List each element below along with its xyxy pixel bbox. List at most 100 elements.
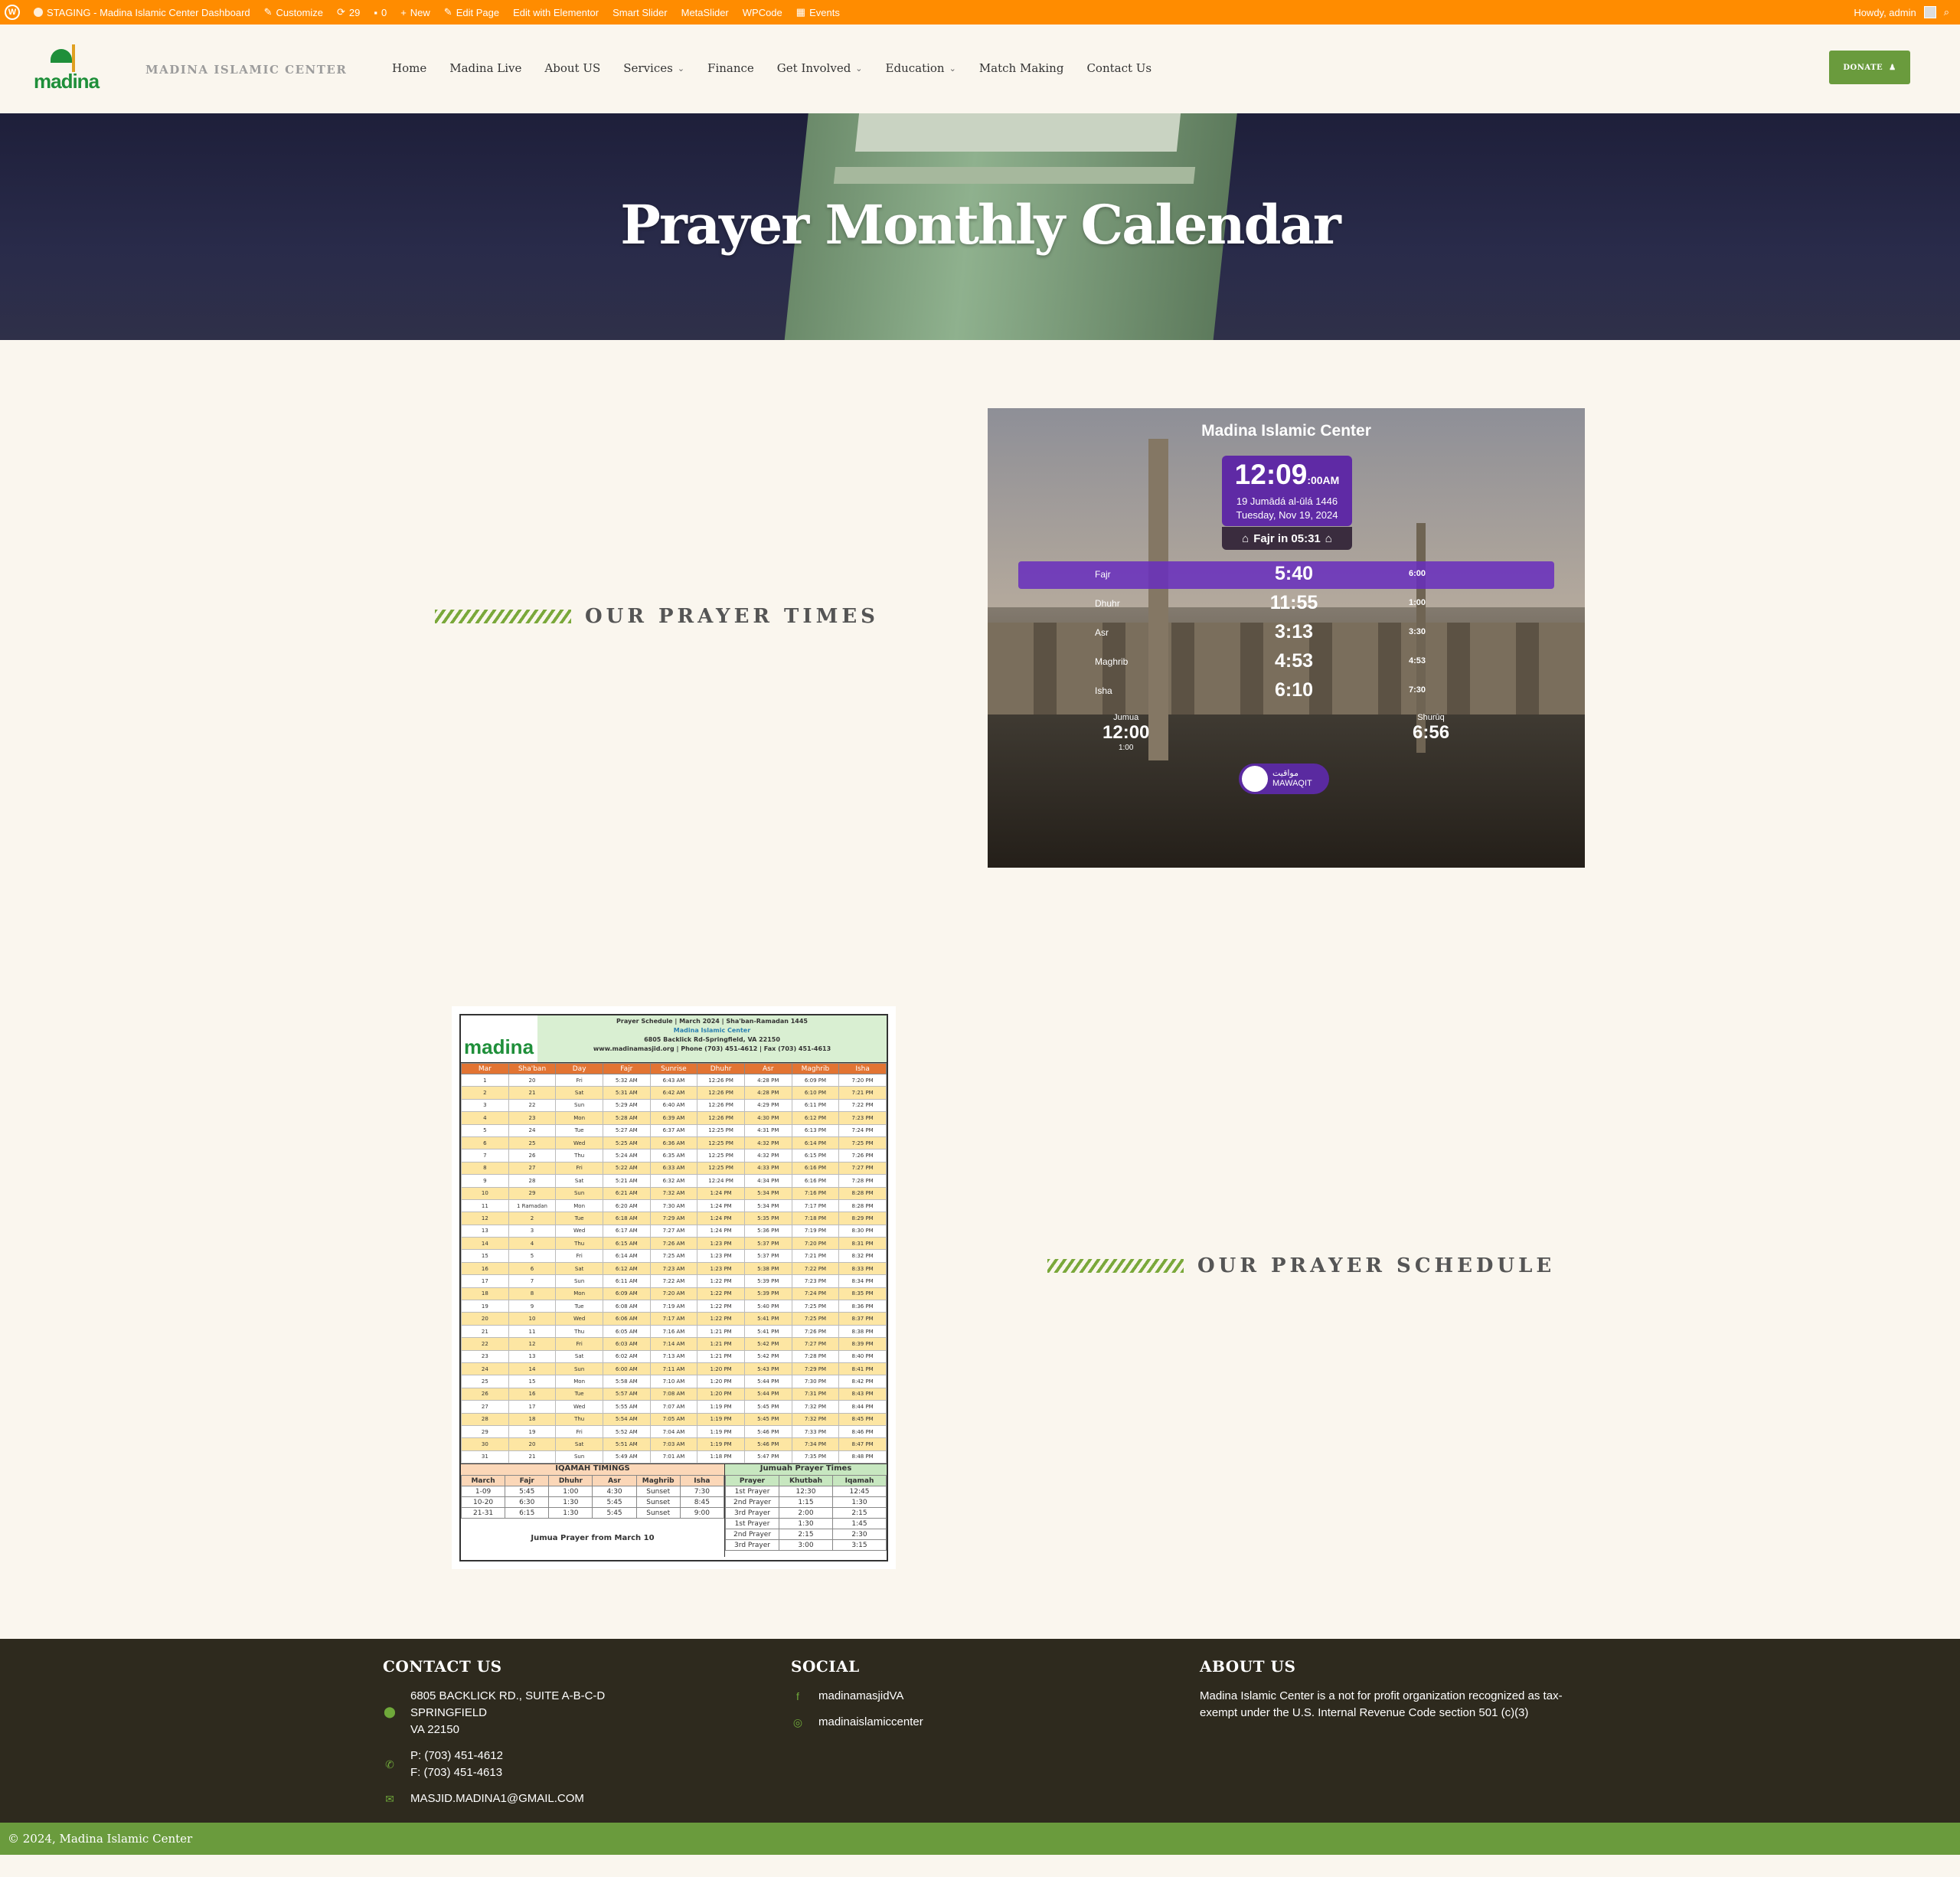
nav-contact-us[interactable]: Contact Us — [1086, 61, 1152, 75]
table-cell: 4:30 — [592, 1486, 637, 1498]
mawaqit-logo-icon — [1242, 766, 1268, 792]
table-cell: 4:34 PM — [743, 1174, 792, 1188]
minaret-top — [854, 113, 1182, 152]
table-cell: 8:38 PM — [838, 1324, 887, 1339]
table-cell: 5:44 PM — [743, 1375, 792, 1388]
email-link[interactable]: MASJID.MADINA1@GMAIL.COM — [410, 1790, 584, 1807]
table-cell: 7:25 AM — [649, 1249, 698, 1263]
search-icon[interactable]: ⌕ — [1944, 6, 1949, 18]
table-cell: 6:12 PM — [791, 1111, 840, 1125]
schedule-center: Madina Islamic Center — [673, 1027, 751, 1034]
admin-new-link[interactable]: + New — [400, 7, 430, 18]
iqamah-timings: IQAMAH TIMINGS March Fajr Dhuhr Asr Maghrib I… — [460, 1464, 725, 1558]
nav-madina-live[interactable]: Madina Live — [449, 61, 521, 75]
pencil-icon: ✎ — [443, 6, 452, 18]
table-cell: 7:24 PM — [791, 1287, 840, 1301]
admin-elementor-link[interactable]: Edit with Elementor — [513, 7, 599, 18]
admin-customize-link[interactable]: ✎ Customize — [264, 6, 323, 18]
instagram-link[interactable]: ◎ madinaislamiccenter — [791, 1714, 923, 1731]
donate-button[interactable]: DONATE ♟ — [1829, 51, 1910, 84]
table-cell: 5:45 — [592, 1496, 637, 1509]
facebook-link[interactable]: f madinamasjidVA — [791, 1688, 923, 1705]
table-row: 27 17 Wed 5:55 AM 7:07 AM 1:19 PM 5:45 PM 7:32 … — [461, 1400, 887, 1414]
admin-wpcode-link[interactable]: WPCode — [743, 7, 782, 18]
admin-updates-link[interactable]: ⟳ 29 — [337, 6, 360, 18]
brush-icon: ✎ — [263, 6, 273, 18]
nav-education[interactable]: Education ⌄ — [886, 61, 956, 75]
admin-metaslider-link[interactable]: MetaSlider — [681, 7, 729, 18]
table-cell: 1:22 PM — [697, 1287, 745, 1301]
table-row: 15 5 Fri 6:14 AM 7:25 AM 1:23 PM 5:37 PM 7:21 P… — [461, 1249, 887, 1263]
admin-comments-link[interactable]: ▪ 0 — [374, 7, 387, 18]
schedule-logo: madina — [461, 1015, 537, 1062]
mawaqit-prayer-widget[interactable]: Madina Islamic Center 12:09:00AM 19 Jumā… — [988, 408, 1585, 868]
table-cell: Fri — [555, 1337, 603, 1351]
table-cell: 7:30 PM — [791, 1375, 840, 1388]
schedule-table-header: Mar Sha'ban Day Fajr Sunrise Dhuhr Asr Maghrib I… — [461, 1063, 887, 1074]
howdy-label[interactable]: Howdy, admin — [1854, 7, 1916, 18]
table-cell: 8:30 PM — [838, 1224, 887, 1238]
table-cell: 27 — [508, 1161, 557, 1176]
table-cell: 7:27 PM — [838, 1161, 887, 1176]
table-cell: 2nd Prayer — [725, 1496, 779, 1509]
table-cell: 10 — [508, 1312, 557, 1326]
site-name[interactable]: MADINA ISLAMIC CENTER — [145, 63, 347, 77]
table-cell: 26 — [508, 1149, 557, 1162]
nav-home[interactable]: Home — [392, 61, 426, 75]
table-row: 11 1 Ramadan Mon 6:20 AM 7:30 AM 1:24 PM 5:34 … — [461, 1198, 887, 1213]
schedule-column-header: Asr — [743, 1063, 792, 1074]
stripe-decoration — [435, 610, 571, 623]
admin-smart-slider-link[interactable]: Smart Slider — [612, 7, 668, 18]
schedule-contact: www.madinamasjid.org | Phone (703) 451-4… — [593, 1045, 831, 1052]
schedule-info: Prayer Schedule | March 2024 | Sha'ban-R… — [537, 1015, 887, 1062]
table-cell: 12:24 PM — [697, 1174, 745, 1188]
wordpress-icon[interactable]: W — [5, 5, 20, 20]
table-cell: 9 — [461, 1174, 509, 1188]
nav-services[interactable]: Services ⌄ — [623, 61, 684, 75]
table-cell: 6:13 PM — [791, 1123, 840, 1137]
nav-about-us[interactable]: About US — [544, 61, 600, 75]
table-cell: 7:03 AM — [649, 1437, 698, 1451]
schedule-column-header: Mar — [461, 1063, 509, 1074]
admin-site-link[interactable]: STAGING - Madina Islamic Center Dashboar… — [34, 7, 250, 18]
table-row: 23 13 Sat 6:02 AM 7:13 AM 1:21 PM 5:42 PM 7:28 … — [461, 1349, 887, 1363]
table-cell: 1:24 PM — [697, 1212, 745, 1225]
table-row: 25 15 Mon 5:58 AM 7:10 AM 1:20 PM 5:44 PM 7:30 … — [461, 1375, 887, 1388]
table-cell: 31 — [461, 1450, 509, 1464]
table-cell: 6:42 AM — [649, 1086, 698, 1100]
nav-get-involved[interactable]: Get Involved ⌄ — [777, 61, 863, 75]
table-row: 10-20 6:30 1:30 5:45 Sunset 8:45 — [460, 1496, 725, 1509]
site-logo[interactable]: madina — [34, 44, 103, 98]
table-cell: 5:40 PM — [743, 1300, 792, 1313]
table-cell: 5:35 PM — [743, 1212, 792, 1225]
table-row: 12 2 Tue 6:18 AM 7:29 AM 1:24 PM 5:35 PM 7:18 P… — [461, 1212, 887, 1225]
nav-match-making[interactable]: Match Making — [979, 61, 1064, 75]
table-cell: 5:45 — [592, 1507, 637, 1519]
table-cell: 5:46 PM — [743, 1424, 792, 1439]
footer-about-title: ABOUT US — [1200, 1657, 1296, 1676]
admin-edit-page-label: Edit Page — [456, 6, 500, 18]
table-row: 28 18 Thu 5:54 AM 7:05 AM 1:19 PM 5:45 PM 7:32 … — [461, 1412, 887, 1426]
iqamah-column-header: Isha — [679, 1475, 725, 1487]
table-row: 16 6 Sat 6:12 AM 7:23 AM 1:23 PM 5:38 PM 7:22 P… — [461, 1261, 887, 1276]
table-cell: Mon — [555, 1198, 603, 1213]
prayer-schedule-heading: OUR PRAYER SCHEDULE — [1047, 1254, 1555, 1277]
table-cell: 12:25 PM — [697, 1161, 745, 1176]
table-cell: 1st Prayer — [725, 1518, 779, 1530]
table-cell: 6:18 AM — [602, 1212, 651, 1225]
table-cell: 19 — [508, 1424, 557, 1439]
avatar[interactable] — [1923, 6, 1936, 18]
table-cell: 22 — [461, 1337, 509, 1351]
nav-finance[interactable]: Finance — [707, 61, 754, 75]
admin-events-link[interactable]: ▦ Events — [796, 6, 840, 18]
phone-number[interactable]: P: (703) 451-4612 — [410, 1748, 503, 1764]
table-row: 2 21 Sat 5:31 AM 6:42 AM 12:26 PM 4:28 PM 6:10 … — [461, 1086, 887, 1100]
mawaqit-badge[interactable]: مواقيت MAWAQIT — [1239, 764, 1329, 794]
table-cell: Fri — [555, 1249, 603, 1263]
table-cell: 6:05 AM — [602, 1324, 651, 1339]
iqamah-time: 6:00 — [1409, 569, 1426, 578]
table-cell: 8:39 PM — [838, 1337, 887, 1351]
admin-edit-page-link[interactable]: ✎ Edit Page — [444, 6, 499, 18]
table-cell: 7:01 AM — [649, 1450, 698, 1464]
prayer-row-fajr: Fajr 5:40 6:00 — [1018, 561, 1554, 589]
